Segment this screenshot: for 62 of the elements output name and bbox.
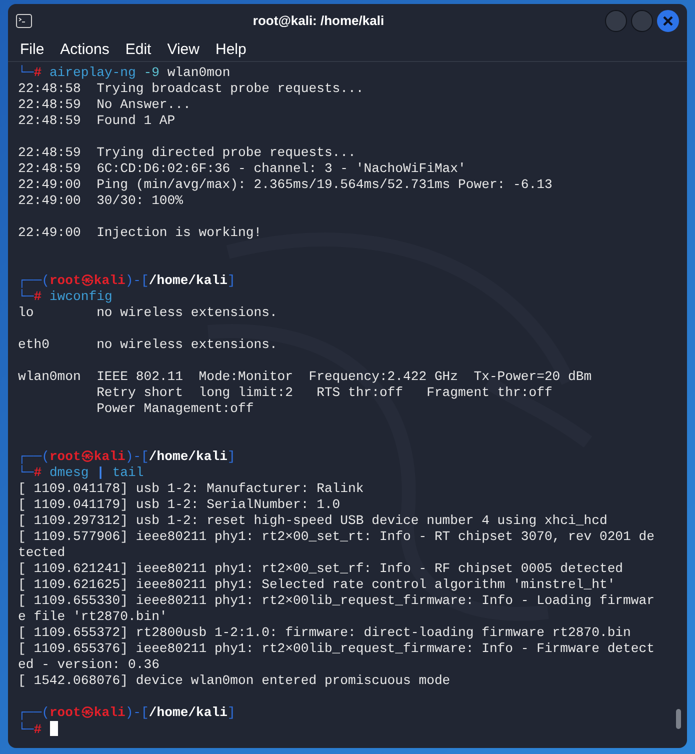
prompt-frame: ] — [227, 449, 236, 464]
output-line: 22:48:59 Trying directed probe requests... — [18, 145, 356, 160]
output-line: eth0 no wireless extensions. — [18, 337, 278, 352]
output-line: 22:48:59 6C:CD:D6:02:6F:36 - channel: 3 - 'NachoWiFiMax' — [18, 161, 466, 176]
output-line: [ 1109.621241] ieee80211 phy1: rt2×00_set_rf: Info - RF chipset 0005 detected — [18, 561, 624, 576]
prompt-frame: ] — [227, 705, 236, 720]
prompt-path: /home/kali — [148, 449, 228, 464]
prompt-symbol: # — [34, 289, 42, 304]
output-line: [ 1109.041178] usb 1-2: Manufacturer: Ralink — [18, 481, 364, 496]
prompt-symbol: # — [34, 722, 42, 737]
menu-item[interactable]: View — [159, 38, 208, 62]
output-line: [ 1109.655376] ieee80211 phy1: rt2×00lib_request_firmware: Info - Firmware detect — [18, 641, 654, 656]
close-icon — [663, 16, 673, 26]
prompt-symbol: # — [34, 65, 42, 80]
close-button[interactable] — [657, 10, 679, 32]
output-line: tected — [18, 545, 66, 560]
prompt-path: /home/kali — [148, 705, 228, 720]
output-line: 22:49:00 Injection is working! — [18, 225, 262, 240]
prompt-frame: )-[ — [125, 705, 149, 720]
output-line: 22:48:59 No Answer... — [18, 97, 191, 112]
output-line: [ 1542.068076] device wlan0mon entered promiscuous mode — [18, 673, 450, 688]
prompt-user: root㉿kali — [49, 449, 126, 464]
output-line: [ 1109.041179] usb 1-2: SerialNumber: 1.0 — [18, 497, 340, 512]
prompt-symbol: # — [34, 465, 42, 480]
prompt-frame: ┌──( — [18, 273, 50, 288]
output-line: [ 1109.297312] usb 1-2: reset high-speed USB device number 4 using xhci_hcd — [18, 513, 608, 528]
output-line: [ 1109.655330] ieee80211 phy1: rt2×00lib_request_firmware: Info - Loading firmwar — [18, 593, 654, 608]
output-line: Retry short long limit:2 RTS thr:off Fragment thr:off — [96, 385, 552, 400]
prompt-frame: └─ — [18, 465, 34, 480]
scrollbar-thumb[interactable] — [676, 709, 681, 729]
window-title: root@kali: /home/kali — [252, 13, 384, 28]
output-line: lo no wireless extensions. — [18, 305, 278, 320]
menu-item[interactable]: Actions — [52, 38, 118, 62]
output-line: 22:49:00 Ping (min/avg/max): 2.365ms/19.564ms/52.731ms Power: -6.13 — [18, 177, 552, 192]
prompt-frame: ┌──( — [18, 705, 50, 720]
prompt-frame: ┌──( — [18, 449, 50, 464]
prompt-frame: └─ — [18, 289, 34, 304]
prompt-frame: ] — [227, 273, 236, 288]
output-line: Power Management:off — [96, 401, 254, 416]
prompt-frame: └─ — [18, 65, 34, 80]
prompt-user: root㉿kali — [49, 273, 126, 288]
prompt-frame: )-[ — [125, 449, 149, 464]
output-line: [ 1109.655372] rt2800usb 1-2:1.0: firmware: direct-loading firmware rt2870.bin — [18, 625, 631, 640]
output-line: [ 1109.577906] ieee80211 phy1: rt2×00_set_rt: Info - RT chipset 3070, rev 0201 de — [18, 529, 654, 544]
menu-item[interactable]: Help — [207, 38, 254, 62]
output-line: 22:48:58 Trying broadcast probe requests... — [18, 81, 364, 96]
prompt-user: root㉿kali — [49, 705, 126, 720]
menu-item[interactable]: File — [12, 38, 52, 62]
output-line: wlan0mon IEEE 802.11 Mode:Monitor Frequency:2.422 GHz Tx-Power=20 dBm — [18, 369, 592, 384]
output-line: e file 'rt2870.bin' — [18, 609, 168, 624]
output-line: ed - version: 0.36 — [18, 657, 160, 672]
prompt-frame: )-[ — [125, 273, 149, 288]
output-line: 22:48:59 Found 1 AP — [18, 113, 176, 128]
command-text: aireplay-ng -9 wlan0mon — [49, 65, 230, 80]
prompt-path: /home/kali — [148, 273, 228, 288]
output-line: 22:49:00 30/30: 100% — [18, 193, 184, 208]
command-text: dmesg | tail — [49, 465, 144, 480]
menu-item[interactable]: Edit — [117, 38, 160, 62]
terminal-icon — [16, 14, 32, 28]
command-text: iwconfig — [49, 289, 112, 304]
output-line: [ 1109.621625] ieee80211 phy1: Selected rate control algorithm 'minstrel_ht' — [18, 577, 616, 592]
prompt-frame: └─ — [18, 722, 34, 737]
